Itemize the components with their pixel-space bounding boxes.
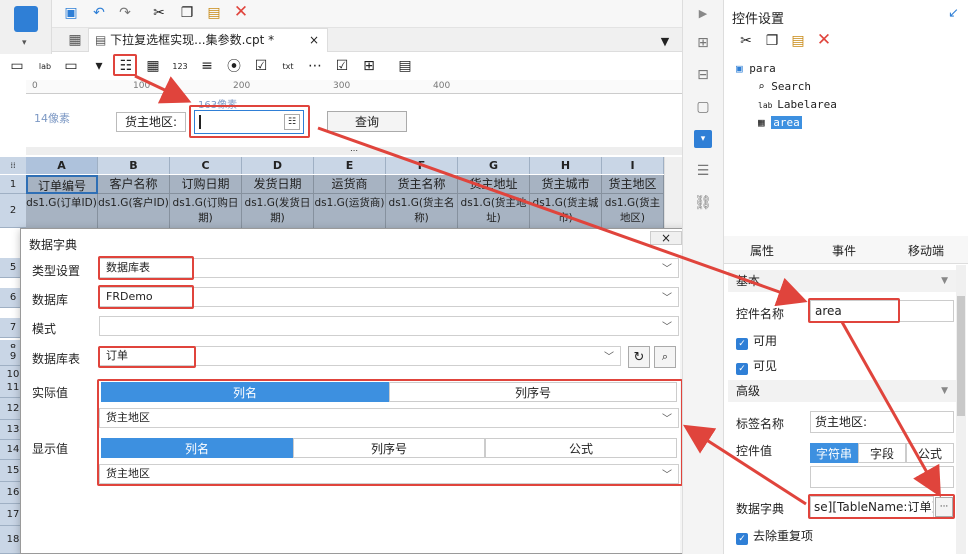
annotation-arrows — [134, 74, 941, 506]
arrow-widget-to-name — [317, 126, 808, 307]
arrow-palette-to-widget — [134, 74, 192, 104]
arrow-dict-to-dialog — [682, 424, 807, 506]
arrow-name-to-dict — [840, 321, 941, 498]
